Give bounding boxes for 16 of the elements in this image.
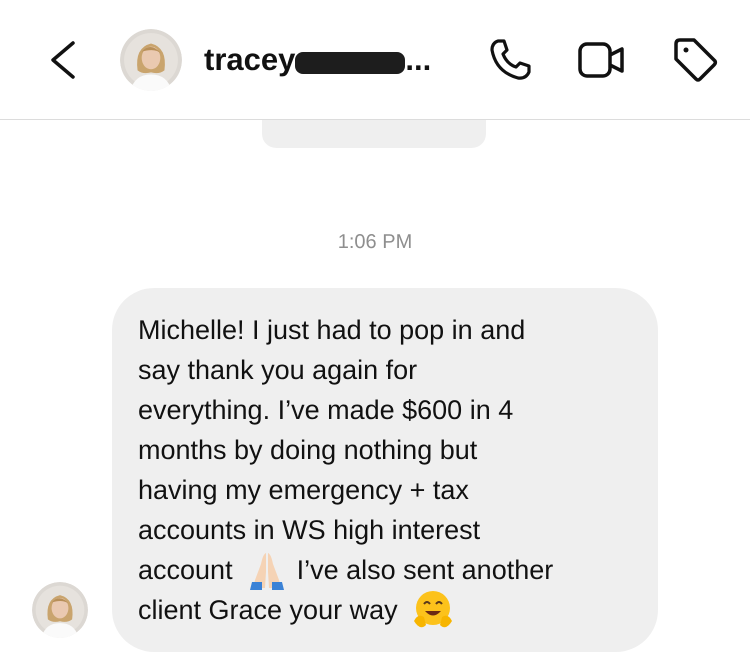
truncation-mark: ... [405, 42, 432, 78]
message-text: accounts in WS high interest [138, 514, 480, 546]
message-text: say thank you again for [138, 354, 418, 386]
message-text: client Grace your way [138, 594, 398, 626]
tag-icon[interactable] [672, 36, 718, 82]
message-text: Michelle! I just had to pop in and [138, 314, 526, 346]
message-text: everything. I’ve made $600 in 4 [138, 394, 514, 426]
video-camera-icon[interactable] [578, 40, 626, 80]
username: tracey [204, 42, 296, 78]
phone-icon[interactable] [488, 38, 532, 82]
back-icon[interactable] [48, 40, 78, 80]
message-text: months by doing nothing but [138, 434, 478, 466]
message-text: I’ve also sent another [296, 554, 554, 586]
message-text: having my emergency + tax [138, 474, 469, 506]
message-text: account [138, 554, 233, 586]
timestamp: 1:06 PM [336, 231, 414, 254]
